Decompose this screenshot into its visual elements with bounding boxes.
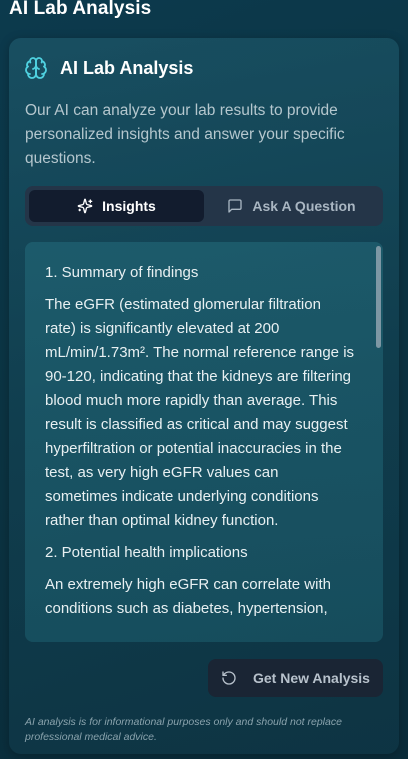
analysis-content: 1. Summary of findings The eGFR (estimat… xyxy=(45,261,355,629)
sparkles-icon xyxy=(77,198,93,214)
scrollbar[interactable] xyxy=(373,242,383,642)
get-new-analysis-label: Get New Analysis xyxy=(253,670,370,686)
tab-ask-question[interactable]: Ask A Question xyxy=(204,190,379,222)
analysis-tabs: Insights Ask A Question xyxy=(25,186,383,226)
tab-insights[interactable]: Insights xyxy=(29,190,204,222)
section-heading: 2. Potential health implications xyxy=(45,544,248,561)
message-square-icon xyxy=(228,199,243,213)
card-title: AI Lab Analysis xyxy=(60,57,194,78)
tab-ask-question-label: Ask A Question xyxy=(252,198,356,214)
ai-analysis-card: AI Lab Analysis Our AI can analyze your … xyxy=(9,38,399,754)
scrollbar-thumb[interactable] xyxy=(376,246,381,348)
get-new-analysis-button[interactable]: Get New Analysis xyxy=(208,659,383,697)
rotate-ccw-icon xyxy=(222,671,236,685)
section-heading: 1. Summary of findings xyxy=(45,264,199,281)
section-body: An extremely high eGFR can correlate wit… xyxy=(45,576,331,617)
disclaimer-text: AI analysis is for informational purpose… xyxy=(25,716,342,743)
card-header: AI Lab Analysis xyxy=(24,56,193,80)
card-description: Our AI can analyze your lab results to p… xyxy=(25,102,345,167)
section-body: The eGFR (estimated glomerular filtratio… xyxy=(45,296,355,529)
tab-insights-label: Insights xyxy=(102,198,156,214)
page-title: AI Lab Analysis xyxy=(9,0,152,19)
analysis-results-panel[interactable]: 1. Summary of findings The eGFR (estimat… xyxy=(25,242,383,642)
brain-icon xyxy=(24,56,48,80)
